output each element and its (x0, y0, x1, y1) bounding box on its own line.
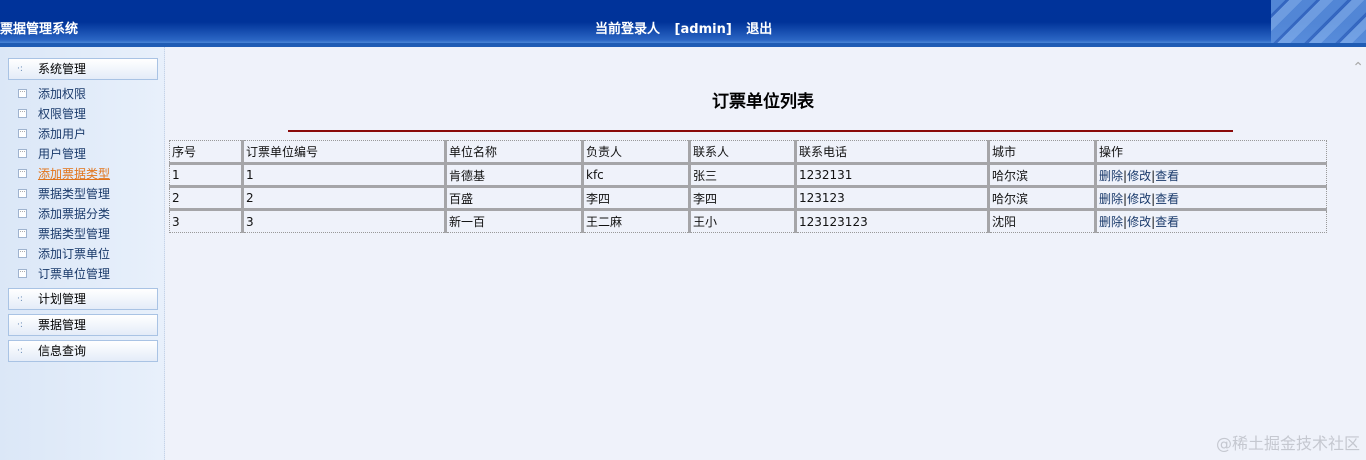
table-cell: 2 (169, 186, 243, 211)
login-label: 当前登录人 (595, 22, 661, 37)
sidebar-item[interactable]: ··· 票据类型管理 (18, 225, 110, 243)
table-cell: 1 (241, 163, 446, 188)
sidebar-item-label: 添加权限 (38, 87, 87, 101)
top-banner: 票据管理系统 当前登录人 [admin] 退出 (0, 0, 1366, 47)
sidebar-item-label: 添加订票单位 (38, 247, 111, 261)
column-header: 负责人 (581, 140, 690, 165)
watermark: @稀土掘金技术社区 (1215, 434, 1360, 453)
tree-node-icon: ··· (18, 189, 27, 198)
view-link[interactable]: 查看 (1155, 169, 1179, 183)
sidebar: 系统管理 ··· 添加权限 ··· 权限管理 ··· 添加用户 ··· 用户管理 ··· 添加票据… (0, 47, 165, 460)
tree-node-icon: ··· (18, 89, 27, 98)
sidebar-item[interactable]: ··· 添加用户 (18, 125, 86, 143)
login-info: 当前登录人 [admin] 退出 (595, 18, 782, 37)
page-title: 订票单位列表 (712, 92, 814, 112)
sidebar-item[interactable]: ··· 添加权限 (18, 85, 86, 103)
sidebar-item-label: 添加用户 (38, 127, 87, 141)
sidebar-item-label: 票据类型管理 (38, 187, 111, 201)
table-cell: 新一百 (444, 209, 583, 233)
table-cell: 123123123 (794, 209, 989, 233)
sidebar-item[interactable]: ··· 订票单位管理 (18, 265, 110, 283)
title-divider (288, 130, 1233, 132)
sidebar-group-query[interactable]: 信息查询 (8, 340, 158, 362)
sidebar-item-label: 订票单位管理 (38, 267, 111, 281)
table-row: 3 3 新一百 王二麻 王小 123123123 沈阳 删除|修改|查看 (170, 209, 1327, 233)
sidebar-item[interactable]: ··· 用户管理 (18, 145, 86, 163)
sidebar-item-label: 添加票据分类 (38, 207, 111, 221)
table-cell: 3 (241, 209, 446, 233)
sidebar-item-label: 票据类型管理 (38, 227, 111, 241)
table-cell: 沈阳 (987, 209, 1096, 233)
system-title: 票据管理系统 (0, 22, 79, 37)
edit-link[interactable]: 修改 (1127, 215, 1151, 229)
sidebar-item[interactable]: ··· 权限管理 (18, 105, 86, 123)
sidebar-item[interactable]: ··· 添加票据分类 (18, 205, 110, 223)
table-cell: kfc (581, 163, 690, 188)
sidebar-group-ticket[interactable]: 票据管理 (8, 314, 158, 336)
column-header: 订票单位编号 (241, 140, 446, 165)
table-cell: 哈尔滨 (987, 186, 1096, 211)
view-link[interactable]: 查看 (1155, 192, 1179, 206)
logout-link[interactable]: 退出 (746, 22, 772, 37)
column-header: 单位名称 (444, 140, 583, 165)
column-header: 序号 (169, 140, 243, 165)
view-link[interactable]: 查看 (1155, 215, 1179, 229)
sidebar-item[interactable]: ··· 添加订票单位 (18, 245, 110, 263)
table-cell: 百盛 (444, 186, 583, 211)
table-cell: 1232131 (794, 163, 989, 188)
actions-cell: 删除|修改|查看 (1094, 186, 1327, 211)
column-header: 联系电话 (794, 140, 989, 165)
main-content: 订票单位列表 序号 订票单位编号 单位名称 负责人 联系人 联系电话 城市 操作 1 1 肯德基 kf… (168, 47, 1358, 460)
sidebar-item-label: 添加票据类型 (38, 167, 111, 181)
table-cell: 张三 (688, 163, 796, 188)
table-cell: 王小 (688, 209, 796, 233)
table-cell: 李四 (581, 186, 690, 211)
table-cell: 李四 (688, 186, 796, 211)
sidebar-item[interactable]: ··· 添加票据类型 (18, 165, 110, 183)
sidebar-item-label: 权限管理 (38, 107, 87, 121)
table-cell: 肯德基 (444, 163, 583, 188)
tree-node-icon: ··· (18, 249, 27, 258)
unit-table: 序号 订票单位编号 单位名称 负责人 联系人 联系电话 城市 操作 1 1 肯德基 kfc 张三 1232… (169, 140, 1327, 233)
sidebar-group-plan[interactable]: 计划管理 (8, 288, 158, 310)
tree-node-icon: ··· (18, 229, 27, 238)
scroll-up-icon[interactable]: ⌃ (1352, 60, 1364, 76)
keyboard-banner-image (1271, 0, 1366, 43)
actions-cell: 删除|修改|查看 (1094, 209, 1327, 233)
sidebar-item[interactable]: ··· 票据类型管理 (18, 185, 110, 203)
sidebar-group-system[interactable]: 系统管理 (8, 58, 158, 80)
edit-link[interactable]: 修改 (1127, 192, 1151, 206)
column-header: 操作 (1094, 140, 1327, 165)
tree-node-icon: ··· (18, 209, 27, 218)
tree-node-icon: ··· (18, 169, 27, 178)
tree-node-icon: ··· (18, 109, 27, 118)
tree-node-icon: ··· (18, 129, 27, 138)
column-header: 联系人 (688, 140, 796, 165)
delete-link[interactable]: 删除 (1099, 169, 1123, 183)
table-cell: 哈尔滨 (987, 163, 1096, 188)
table-cell: 3 (172, 214, 180, 229)
table-row: 1 1 肯德基 kfc 张三 1232131 哈尔滨 删除|修改|查看 (169, 163, 1327, 188)
column-header: 城市 (987, 140, 1096, 165)
tree-node-icon: ··· (18, 149, 27, 158)
edit-link[interactable]: 修改 (1127, 169, 1151, 183)
table-cell: 2 (241, 186, 446, 211)
table-cell: 1 (169, 163, 243, 188)
delete-link[interactable]: 删除 (1099, 215, 1123, 229)
actions-cell: 删除|修改|查看 (1094, 163, 1327, 188)
table-cell: 123123 (794, 186, 989, 211)
sidebar-item-label: 用户管理 (38, 147, 87, 161)
delete-link[interactable]: 删除 (1099, 192, 1123, 206)
table-cell: 王二麻 (581, 209, 690, 233)
tree-node-icon: ··· (18, 269, 27, 278)
table-header-row: 序号 订票单位编号 单位名称 负责人 联系人 联系电话 城市 操作 (169, 140, 1327, 165)
table-row: 2 2 百盛 李四 李四 123123 哈尔滨 删除|修改|查看 (169, 186, 1327, 211)
current-user: [admin] (674, 22, 732, 37)
